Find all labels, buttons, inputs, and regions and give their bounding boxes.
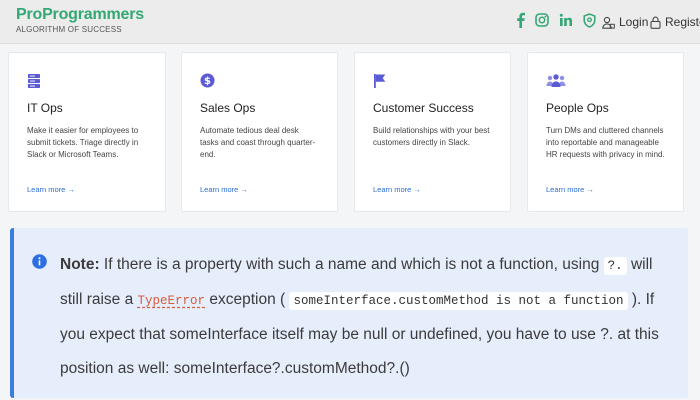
card-description: Make it easier for employees to submit t… <box>27 126 139 159</box>
inline-code: ?. <box>603 257 627 275</box>
inline-code: someInterface.customMethod is not a func… <box>289 292 628 310</box>
facebook-icon[interactable] <box>516 12 525 28</box>
note-label: Note: <box>60 256 100 273</box>
learn-more-link[interactable]: Learn more → <box>546 185 594 194</box>
login-link[interactable]: Login <box>602 15 648 29</box>
note-text-part: If there is a property with such a name … <box>99 256 604 273</box>
dollar-icon: $ <box>200 73 319 91</box>
learn-more-link[interactable]: Learn more → <box>373 185 421 194</box>
register-label: Register <box>665 15 700 29</box>
shield-icon[interactable] <box>583 12 596 28</box>
card-description: Turn DMs and cluttered channels into rep… <box>546 126 665 159</box>
logo-subtitle: ALGORITHM OF SUCCESS <box>16 25 122 34</box>
lock-icon <box>650 16 661 29</box>
card-people-ops: People Ops Turn DMs and cluttered channe… <box>527 52 684 212</box>
linkedin-icon[interactable] <box>559 13 573 27</box>
typeerror-link[interactable]: TypeError <box>138 294 206 308</box>
card-it-ops: IT Ops Make it easier for employees to s… <box>8 52 166 212</box>
instagram-icon[interactable] <box>535 13 549 27</box>
learn-more-link[interactable]: Learn more → <box>27 185 75 194</box>
flag-icon <box>373 73 492 91</box>
server-icon <box>27 73 147 91</box>
card-customer-success: Customer Success Build relationships wit… <box>354 52 511 212</box>
login-label: Login <box>619 15 649 29</box>
card-title: Sales Ops <box>200 101 256 115</box>
register-link[interactable]: Register <box>650 15 700 29</box>
user-icon <box>602 16 615 29</box>
logo[interactable]: ProProgrammers ALGORITHM OF SUCCESS <box>16 6 144 34</box>
note-callout: Note: If there is a property with such a… <box>10 228 688 398</box>
logo-title: ProProgrammers <box>16 6 144 23</box>
note-text: Note: If there is a property with such a… <box>60 248 670 386</box>
info-icon <box>32 254 47 269</box>
note-text-part: exception ( <box>205 291 290 308</box>
svg-text:$: $ <box>204 76 211 87</box>
people-icon <box>546 73 665 91</box>
card-title: IT Ops <box>27 101 63 115</box>
card-description: Automate tedious deal desk tasks and coa… <box>200 126 316 159</box>
card-sales-ops: $ Sales Ops Automate tedious deal desk t… <box>181 52 338 212</box>
card-description: Build relationships with your best custo… <box>373 126 490 147</box>
social-links <box>516 12 596 28</box>
card-title: Customer Success <box>373 101 474 115</box>
card-title: People Ops <box>546 101 609 115</box>
site-header: ProProgrammers ALGORITHM OF SUCCESS Logi… <box>0 0 700 44</box>
learn-more-link[interactable]: Learn more → <box>200 185 248 194</box>
